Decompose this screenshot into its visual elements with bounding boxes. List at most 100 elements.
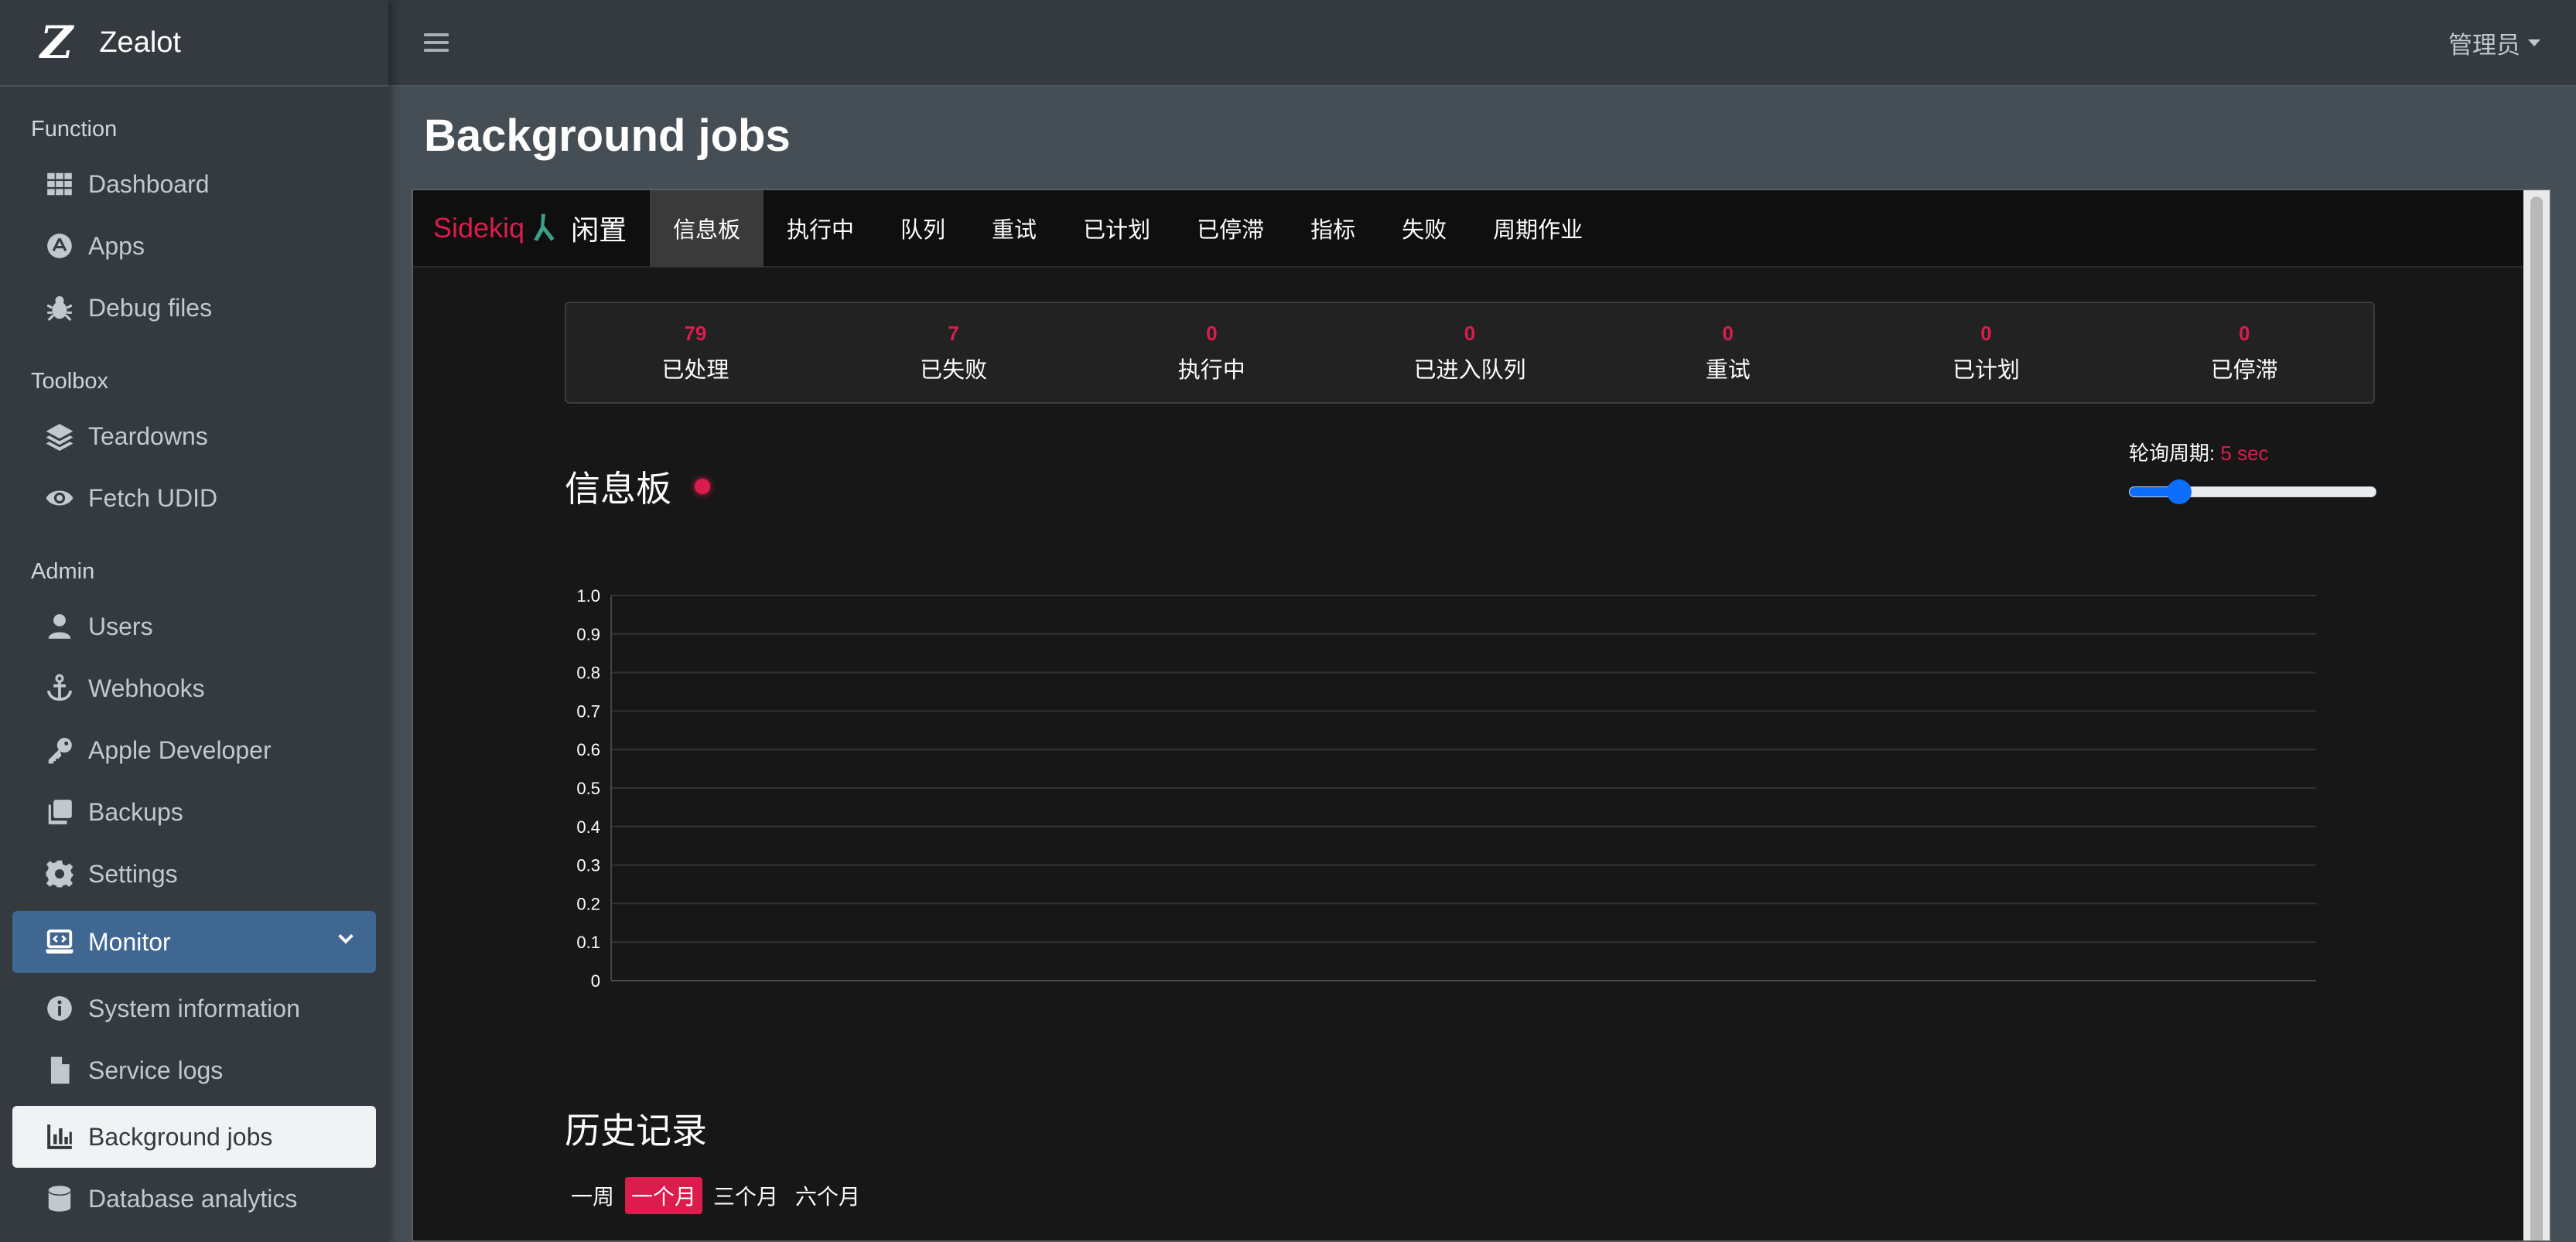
sidebar-item-system-information[interactable]: System information [12, 978, 376, 1039]
poll-label-text: 轮询周期: [2129, 442, 2221, 465]
sidebar-item-label: Webhooks [88, 674, 205, 702]
stat-dead[interactable]: 0 已停滞 [2115, 303, 2373, 402]
page-title: Background jobs [424, 111, 791, 161]
sidebar-item-database-analytics[interactable]: Database analytics [12, 1168, 376, 1230]
tab-dashboard[interactable]: 信息板 [650, 190, 764, 267]
tab-retries[interactable]: 重试 [969, 190, 1060, 267]
history-title: 历史记录 [565, 1111, 707, 1151]
chevron-down-icon [336, 928, 356, 957]
sidebar-item-backups[interactable]: Backups [12, 781, 376, 843]
sidekiq-brand[interactable]: Sidekiq 闲置 [413, 208, 650, 248]
zealot-logo: Z [40, 16, 73, 69]
user-dropdown[interactable]: 管理员 [2448, 26, 2540, 60]
sidebar-item-fetch-udid[interactable]: Fetch UDID [12, 467, 376, 529]
sidebar-item-label: Dashboard [88, 169, 210, 198]
range-option[interactable]: 六个月 [789, 1177, 866, 1214]
sidebar-item-users[interactable]: Users [12, 595, 376, 657]
vertical-scrollbar[interactable] [2523, 190, 2550, 1240]
tab-metrics[interactable]: 指标 [1287, 190, 1379, 267]
dashboard-title: 信息板 [565, 461, 710, 512]
stat-label: 重试 [1705, 357, 1751, 383]
stat-label: 执行中 [1177, 357, 1245, 383]
stat-value: 0 [1464, 321, 1476, 345]
stat-label: 已处理 [661, 357, 729, 383]
stat-retries[interactable]: 0 重试 [1599, 303, 1857, 402]
info-circle-icon [42, 993, 77, 1024]
sidebar-item-webhooks[interactable]: Webhooks [12, 657, 376, 719]
sidebar-header-function: Function [31, 117, 118, 142]
range-option[interactable]: 一个月 [625, 1177, 703, 1214]
stat-scheduled[interactable]: 0 已计划 [1857, 303, 2116, 402]
sidebar-item-label: Database analytics [88, 1184, 298, 1213]
top-navbar: 管理员 [388, 0, 2576, 87]
tab-busy[interactable]: 执行中 [764, 190, 877, 267]
stat-value: 0 [1980, 321, 1992, 345]
y-tick-label: 1.0 [576, 586, 600, 606]
app-store-icon [42, 230, 77, 261]
sidebar-item-label: Teardowns [88, 421, 208, 450]
sidebar-item-service-logs[interactable]: Service logs [12, 1039, 376, 1101]
sidekiq-frame: Sidekiq 闲置 信息板 执行中 队列 重试 已计划 已停滞 指标 失败 周… [412, 189, 2551, 1242]
stat-failed[interactable]: 7 已失败 [825, 303, 1083, 402]
sidebar-item-settings[interactable]: Settings [12, 843, 376, 905]
y-tick-label: 0.6 [576, 740, 600, 759]
sidebar-item-label: Settings [88, 859, 178, 888]
eye-icon [42, 483, 77, 514]
sidebar-item-label: Debug files [88, 293, 213, 322]
sidebar-item-teardowns[interactable]: Teardowns [12, 405, 376, 467]
y-tick-label: 0.5 [576, 779, 600, 798]
stat-processed[interactable]: 79 已处理 [566, 303, 825, 402]
brand-link[interactable]: Z Zealot [0, 0, 388, 87]
menu-toggle-icon[interactable] [424, 29, 450, 56]
sidebar-item-dashboard[interactable]: Dashboard [12, 153, 376, 215]
stat-value: 0 [2238, 321, 2250, 345]
tab-recurring-jobs[interactable]: 周期作业 [1470, 190, 1606, 267]
poll-value: 5 sec [2220, 442, 2269, 465]
layers-icon [42, 421, 77, 452]
scrollbar-thumb[interactable] [2530, 196, 2543, 1240]
tab-queues[interactable]: 队列 [877, 190, 969, 267]
brand-name: Zealot [99, 26, 181, 59]
sidebar-item-debug-files[interactable]: Debug files [12, 277, 376, 339]
stat-value: 7 [948, 321, 959, 345]
stat-busy[interactable]: 0 执行中 [1082, 303, 1341, 402]
stat-value: 79 [684, 321, 707, 345]
sidekiq-brand-name: Sidekiq [433, 212, 525, 244]
poll-interval-slider[interactable] [2129, 479, 2376, 504]
sidebar-item-label: Apple Developer [88, 735, 272, 764]
key-icon [42, 735, 77, 766]
anchor-icon [42, 673, 77, 704]
range-option[interactable]: 三个月 [707, 1177, 784, 1214]
laptop-code-icon [42, 926, 77, 957]
copy-icon [42, 797, 77, 827]
range-option[interactable]: 一周 [565, 1177, 620, 1214]
y-tick-label: 0 [591, 971, 600, 991]
stat-enqueued[interactable]: 0 已进入队列 [1341, 303, 1599, 402]
y-tick-label: 0.2 [576, 894, 600, 913]
sidebar-item-background-jobs[interactable]: Background jobs [12, 1106, 376, 1168]
sidebar-item-label: Users [88, 612, 153, 640]
sidebar-item-label: Service logs [88, 1056, 224, 1084]
stat-label: 已停滞 [2210, 357, 2278, 383]
tab-scheduled[interactable]: 已计划 [1060, 190, 1174, 267]
sidebar-item-apps[interactable]: Apps [12, 215, 376, 277]
stat-label: 已计划 [1952, 357, 2020, 383]
slider-handle[interactable] [2166, 479, 2192, 504]
grid-icon [42, 169, 77, 200]
tab-dead[interactable]: 已停滞 [1174, 190, 1287, 267]
sidebar-item-label: Background jobs [88, 1122, 273, 1151]
sidebar-item-apple-developer[interactable]: Apple Developer [12, 719, 376, 781]
dashboard-title-text: 信息板 [565, 469, 671, 509]
sidekiq-status: 闲置 [571, 214, 627, 246]
realtime-chart: 1.0 0.9 0.8 0.7 0.6 0.5 0.4 0.3 0.2 0.1 0 [576, 586, 2316, 991]
stat-value: 0 [1206, 321, 1218, 345]
database-icon [42, 1183, 77, 1214]
stats-summary: 79 已处理 7 已失败 0 执行中 0 已进入队列 0 重试 0 已计划 0 … [565, 302, 2375, 404]
sidebar-item-label: Monitor [88, 927, 171, 956]
tab-failures[interactable]: 失败 [1379, 190, 1470, 267]
history-range-selector: 一周 一个月 三个月 六个月 [565, 1177, 871, 1214]
sidebar-item-label: System information [88, 994, 300, 1022]
sidebar-item-label: Backups [88, 797, 183, 826]
user-name: 管理员 [2448, 31, 2520, 59]
sidebar-item-monitor[interactable]: Monitor [12, 911, 376, 973]
